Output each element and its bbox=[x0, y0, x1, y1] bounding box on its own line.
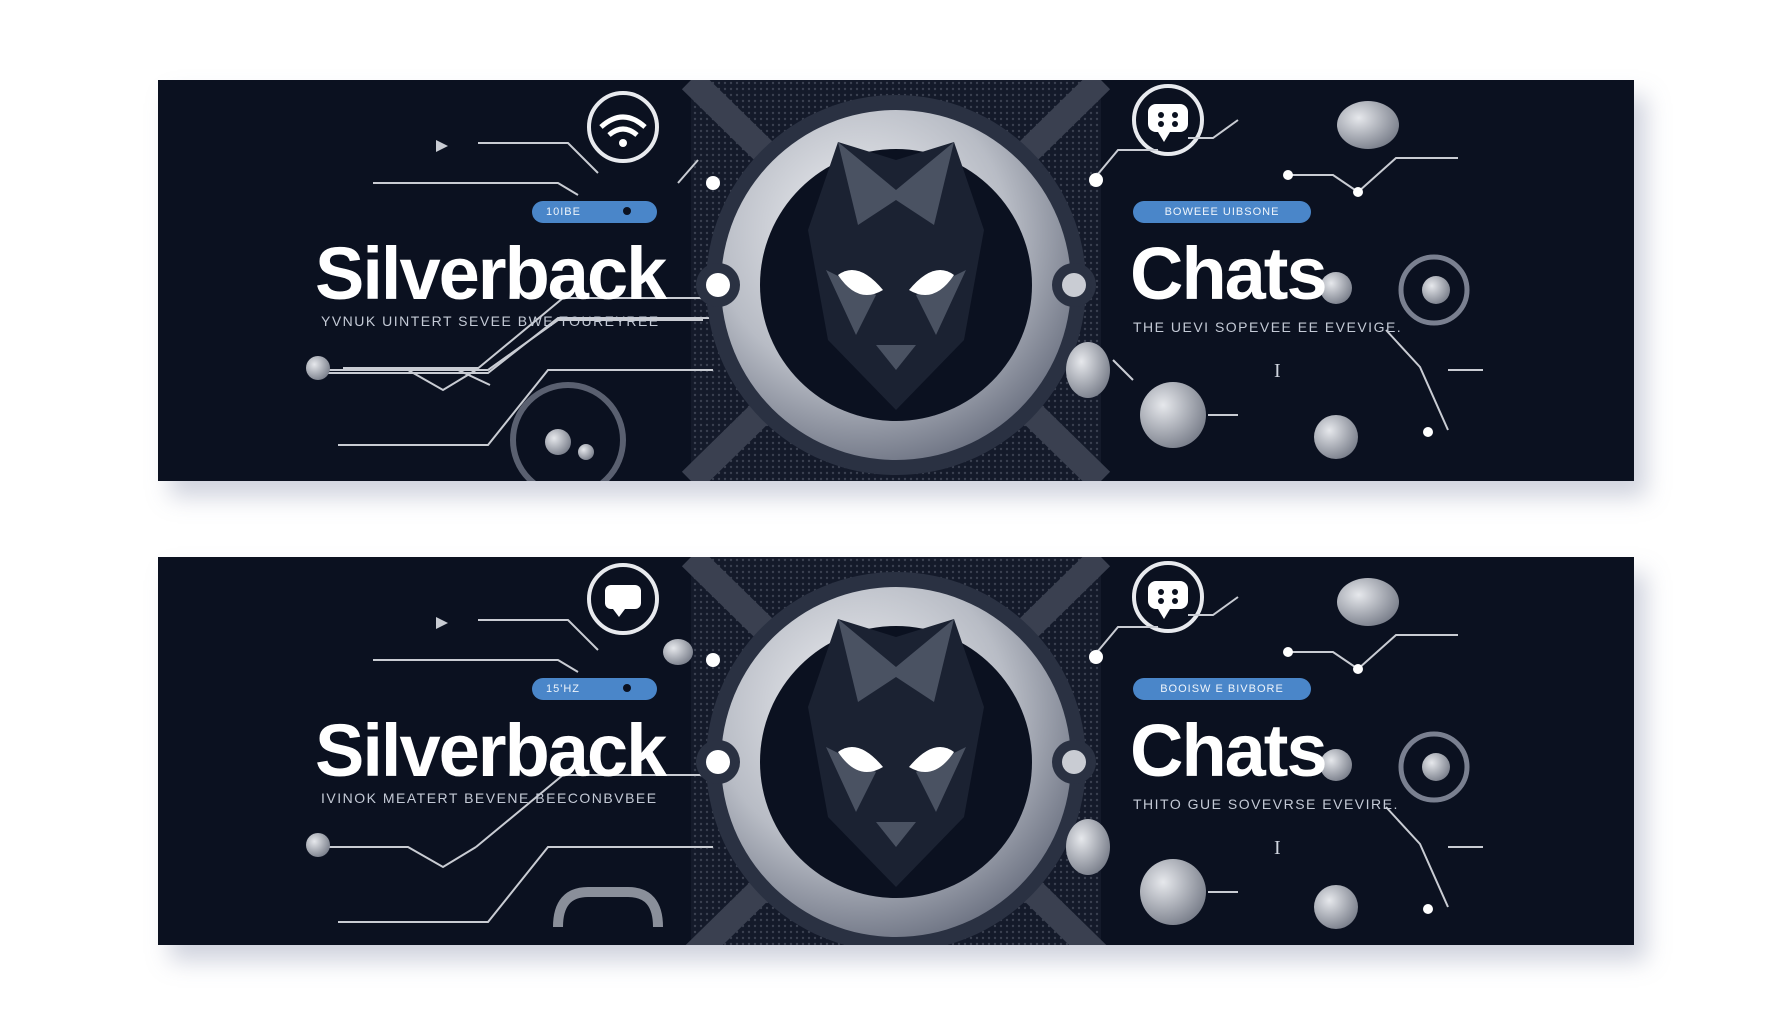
chat-bubble-icon bbox=[1132, 84, 1204, 156]
orb bbox=[1140, 859, 1206, 925]
node-dot bbox=[1353, 187, 1363, 197]
banner-top: 10IBE BOWEEE UIBSONE Silverback Chats YV… bbox=[158, 80, 1634, 481]
node-dot bbox=[706, 176, 720, 190]
tagline-left: IVINOK MEATERT BEVENE BEECONBVBEE bbox=[321, 790, 658, 806]
orb bbox=[1140, 382, 1206, 448]
node-dot bbox=[1423, 427, 1433, 437]
banner-bottom: 15'HZ BOOISW E BIVBORE Silverback Chats … bbox=[158, 557, 1634, 945]
orb bbox=[306, 356, 330, 380]
node-dot bbox=[1089, 650, 1103, 664]
brand-title-right: Chats bbox=[1130, 709, 1328, 792]
node-dot bbox=[1353, 664, 1363, 674]
message-icon bbox=[587, 563, 659, 635]
orb bbox=[1422, 753, 1450, 781]
arrow-icon bbox=[436, 140, 448, 152]
orb bbox=[1066, 819, 1110, 875]
tag-pill-left: 15'HZ bbox=[532, 678, 657, 700]
arrow-icon bbox=[436, 617, 448, 629]
orb bbox=[1337, 578, 1399, 626]
brand-title-left: Silverback bbox=[315, 232, 667, 315]
tag-pill-left: 10IBE bbox=[532, 201, 657, 223]
orb bbox=[1337, 101, 1399, 149]
node-dot bbox=[1283, 647, 1293, 657]
node-dot bbox=[1089, 173, 1103, 187]
brand-title-left: Silverback bbox=[315, 709, 667, 792]
orb bbox=[1066, 342, 1110, 398]
tag-pill-right: BOWEEE UIBSONE bbox=[1133, 201, 1311, 223]
orb bbox=[545, 429, 571, 455]
orb bbox=[663, 639, 693, 665]
wifi-icon bbox=[587, 91, 659, 163]
tagline-right: THE UEVI SOPEVEE EE EVEVIGE. bbox=[1133, 319, 1403, 335]
text-cursor-icon: I bbox=[1274, 837, 1281, 859]
tag-pill-right: BOOISW E BIVBORE bbox=[1133, 678, 1311, 700]
brand-title-right: Chats bbox=[1130, 232, 1328, 315]
ring bbox=[510, 382, 626, 481]
node-dot bbox=[706, 653, 720, 667]
orb bbox=[1422, 276, 1450, 304]
chat-bubble-icon bbox=[1132, 561, 1204, 633]
node-dot bbox=[1283, 170, 1293, 180]
tagline-left: YVNUK UINTERT SEVEE BWE TOUREYREE bbox=[321, 313, 660, 329]
tagline-right: THITO GUE SOVEVRSE EVEVIRE. bbox=[1133, 796, 1399, 812]
node-dot bbox=[1423, 904, 1433, 914]
orb bbox=[1314, 885, 1358, 929]
orb bbox=[1314, 415, 1358, 459]
orb bbox=[578, 444, 594, 460]
handle-shape bbox=[553, 887, 663, 928]
text-cursor-icon: I bbox=[1274, 360, 1281, 382]
orb bbox=[306, 833, 330, 857]
